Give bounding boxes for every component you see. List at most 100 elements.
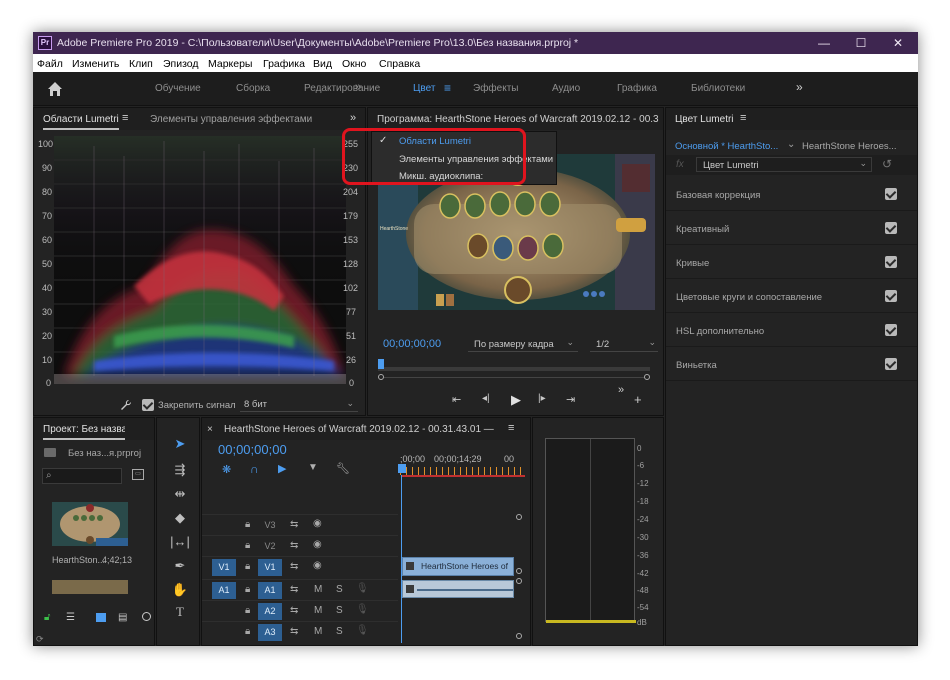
workspace-learning[interactable]: Обучение <box>155 83 201 94</box>
playhead-marker[interactable] <box>378 359 384 369</box>
home-icon[interactable] <box>47 81 63 97</box>
icon-view-icon[interactable] <box>96 613 106 622</box>
vscroll-mid-handle-2[interactable] <box>516 578 522 584</box>
snap-icon[interactable]: ❋ <box>222 463 231 476</box>
menu-window[interactable]: Окно <box>342 58 366 70</box>
project-title[interactable]: Проект: Без названия <box>43 424 125 440</box>
project-search-input[interactable]: ⌕ <box>42 468 122 484</box>
tab-clip[interactable]: HearthStone Heroes... <box>802 141 917 152</box>
wrench-icon[interactable] <box>120 399 132 411</box>
more-controls-icon[interactable]: » <box>618 384 624 396</box>
track-target[interactable]: V1 <box>258 559 282 576</box>
step-back-icon[interactable]: ◂| <box>482 393 490 404</box>
section-hsl-secondary[interactable]: HSL дополнительно <box>666 313 917 347</box>
timeline-title[interactable]: HearthStone Heroes of Warcraft 2019.02.1… <box>224 424 494 435</box>
section-curves[interactable]: Кривые <box>666 245 917 279</box>
section-creative[interactable]: Креативный <box>666 211 917 245</box>
vscroll-mid-handle[interactable] <box>516 568 522 574</box>
menu-graphics[interactable]: Графика <box>263 58 305 70</box>
magnet-icon[interactable]: ∩ <box>250 462 259 476</box>
timeline-timecode[interactable]: 00;00;00;00 <box>218 442 287 457</box>
sync-lock-icon[interactable]: ⇆ <box>290 519 298 530</box>
lock-track-icon[interactable]: 🔒︎ <box>245 584 250 595</box>
razor-tool-icon[interactable]: ◆ <box>167 510 193 530</box>
track-target[interactable]: V2 <box>258 538 282 555</box>
settings-wrench-icon[interactable]: 🔧︎ <box>336 462 350 475</box>
workspace-editing[interactable]: Редактирование <box>304 83 380 94</box>
resolution-select[interactable]: 1/2 ⌄ <box>590 336 658 352</box>
track-target[interactable]: V3 <box>258 517 282 534</box>
vscroll-top-handle[interactable] <box>516 514 522 520</box>
selection-tool-icon[interactable]: ➤ <box>167 436 193 456</box>
workspace-color[interactable]: Цвет <box>413 83 435 94</box>
lock-track-icon[interactable]: 🔒︎ <box>245 561 250 572</box>
source-patch-a1[interactable]: A1 <box>212 582 236 599</box>
menu-markers[interactable]: Маркеры <box>208 58 252 70</box>
mark-in-icon[interactable]: ⇤ <box>452 393 461 406</box>
workspace-more-icon[interactable]: » <box>796 80 803 94</box>
section-checkbox[interactable] <box>885 188 897 200</box>
track-select-tool-icon[interactable]: ⇶ <box>167 462 193 482</box>
tab-effect-controls[interactable]: Элементы управления эффектами <box>150 114 312 125</box>
mute-button[interactable]: M <box>314 605 322 616</box>
ripple-edit-tool-icon[interactable]: ⇹ <box>167 486 193 506</box>
list-view-icon[interactable]: ☰ <box>66 612 75 623</box>
workspace-audio[interactable]: Аудио <box>552 83 580 94</box>
workspace-graphics[interactable]: Графика <box>617 83 657 94</box>
solo-button[interactable]: S <box>336 626 343 637</box>
lumetri-color-title[interactable]: Цвет Lumetri <box>675 114 734 125</box>
lock-track-icon[interactable]: 🔒︎ <box>245 626 250 637</box>
vscroll-bottom-handle[interactable] <box>516 633 522 639</box>
slip-tool-icon[interactable]: |↔| <box>167 534 193 554</box>
eye-icon[interactable]: ◉ <box>313 560 322 571</box>
play-icon[interactable]: ▶ <box>511 392 521 408</box>
section-checkbox[interactable] <box>885 222 897 234</box>
tab-lumetri-scopes[interactable]: Области Lumetri <box>43 114 119 130</box>
effect-select[interactable]: Цвет Lumetri ⌄ <box>696 157 872 172</box>
tabs-overflow-icon[interactable]: » <box>350 112 356 124</box>
menu-help[interactable]: Справка <box>379 58 420 70</box>
section-checkbox[interactable] <box>885 358 897 370</box>
workspace-more-left[interactable]: » <box>355 81 361 93</box>
time-ruler[interactable] <box>400 467 524 475</box>
tab-master-clip[interactable]: Основной * HearthSto... <box>675 141 785 152</box>
reset-icon[interactable]: ↺ <box>882 157 892 171</box>
bit-depth-select[interactable]: 8 бит ⌄ <box>240 397 358 412</box>
track-target[interactable]: A2 <box>258 603 282 620</box>
close-button[interactable]: ✕ <box>885 35 911 51</box>
menu-sequence[interactable]: Эпизод <box>163 58 199 70</box>
menu-view[interactable]: Вид <box>313 58 332 70</box>
eye-icon[interactable]: ◉ <box>313 539 322 550</box>
eye-icon[interactable]: ◉ <box>313 518 322 529</box>
mic-icon[interactable]: 🎙︎ <box>356 583 369 594</box>
new-bin-icon[interactable]: ▭ <box>132 469 144 480</box>
marker-icon[interactable]: ▼ <box>308 462 318 473</box>
section-basic-correction[interactable]: Базовая коррекция <box>666 177 917 211</box>
chevron-down-icon[interactable]: ⌄ <box>787 139 795 150</box>
mute-button[interactable]: M <box>314 626 322 637</box>
sync-lock-icon[interactable]: ⇆ <box>290 584 298 595</box>
sync-lock-icon[interactable]: ⇆ <box>290 605 298 616</box>
section-checkbox[interactable] <box>885 324 897 336</box>
pen-tool-icon[interactable]: ✒ <box>167 558 193 578</box>
solo-button[interactable]: S <box>336 584 343 595</box>
mic-icon[interactable]: 🎙︎ <box>356 604 369 615</box>
close-icon[interactable]: × <box>207 424 213 435</box>
lock-track-icon[interactable]: 🔒︎ <box>245 519 250 530</box>
zoom-bar[interactable] <box>384 377 644 378</box>
menu-edit[interactable]: Изменить <box>72 58 119 70</box>
playhead-handle[interactable] <box>398 464 406 473</box>
minimize-button[interactable]: — <box>811 35 837 51</box>
sync-lock-icon[interactable]: ⇆ <box>290 561 298 572</box>
sync-lock-icon[interactable]: ⇆ <box>290 540 298 551</box>
mute-button[interactable]: M <box>314 584 322 595</box>
zoom-slider-icon[interactable] <box>142 612 151 621</box>
video-clip[interactable]: HearthStone Heroes of <box>402 557 514 576</box>
program-monitor-title[interactable]: Программа: HearthStone Heroes of Warcraf… <box>377 114 659 125</box>
lock-track-icon[interactable]: 🔒︎ <box>245 540 250 551</box>
section-checkbox[interactable] <box>885 290 897 302</box>
mic-icon[interactable]: 🎙︎ <box>356 625 369 636</box>
clamp-signal-checkbox[interactable] <box>142 399 154 411</box>
freeform-view-icon[interactable]: ▤ <box>118 612 127 623</box>
menu-file[interactable]: Файл <box>37 58 63 70</box>
